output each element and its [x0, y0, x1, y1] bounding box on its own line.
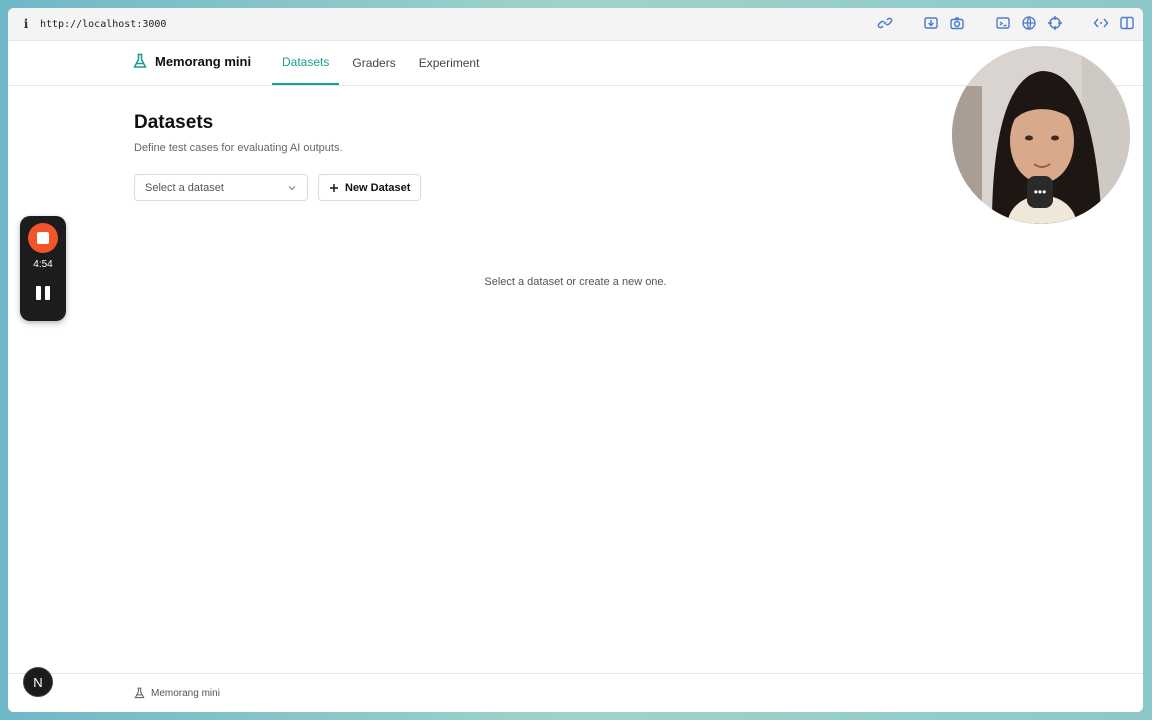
more-icon: •••: [1033, 185, 1047, 199]
camera-icon[interactable]: [949, 15, 965, 31]
footer-flask-icon: [134, 687, 145, 699]
toolbar-icons: [877, 15, 1135, 31]
brand-name: Memorang mini: [155, 53, 252, 69]
flask-icon: [133, 53, 147, 68]
new-dataset-label: New Dataset: [345, 181, 411, 194]
url-text[interactable]: http://localhost:3000: [40, 19, 166, 30]
new-dataset-button[interactable]: New Dataset: [318, 174, 422, 201]
footer-brand-name: Memorang mini: [151, 687, 220, 699]
tab-graders[interactable]: Graders: [342, 40, 405, 85]
tab-experiment[interactable]: Experiment: [409, 40, 490, 85]
info-icon[interactable]: i: [16, 17, 36, 31]
dataset-select[interactable]: Select a dataset: [134, 174, 308, 201]
recording-timer: 4:54: [33, 259, 53, 270]
crosshair-icon[interactable]: [1047, 15, 1063, 31]
stop-recording-button[interactable]: [28, 223, 58, 253]
page-subtitle: Define test cases for evaluating AI outp…: [134, 142, 343, 154]
plus-icon: [330, 183, 338, 192]
brand[interactable]: Memorang mini: [133, 53, 251, 69]
url-bar: i http://localhost:3000: [8, 8, 1143, 41]
footer-brand: Memorang mini: [134, 687, 220, 699]
dataset-select-placeholder: Select a dataset: [145, 181, 224, 194]
nav-tabs: Datasets Graders Experiment: [272, 40, 492, 85]
code-icon[interactable]: [1093, 15, 1109, 31]
terminal-icon[interactable]: [995, 15, 1011, 31]
pause-icon[interactable]: [36, 286, 50, 300]
page-title: Datasets: [134, 112, 214, 133]
recording-widget: 4:54: [20, 216, 66, 321]
download-icon[interactable]: [923, 15, 939, 31]
dataset-controls: Select a dataset New Dataset: [134, 174, 422, 201]
link-icon[interactable]: [877, 15, 893, 31]
chevron-down-icon: [288, 185, 296, 190]
main-content: Datasets Define test cases for evaluatin…: [134, 112, 422, 201]
stop-icon: [37, 232, 49, 244]
globe-icon[interactable]: [1021, 15, 1037, 31]
tab-datasets[interactable]: Datasets: [272, 40, 340, 85]
footer: Memorang mini: [8, 673, 1143, 712]
webcam-more-button[interactable]: •••: [1027, 176, 1053, 208]
sidebar-icon[interactable]: [1119, 15, 1135, 31]
nextjs-badge[interactable]: N: [23, 667, 53, 697]
empty-state-message: Select a dataset or create a new one.: [484, 276, 667, 288]
